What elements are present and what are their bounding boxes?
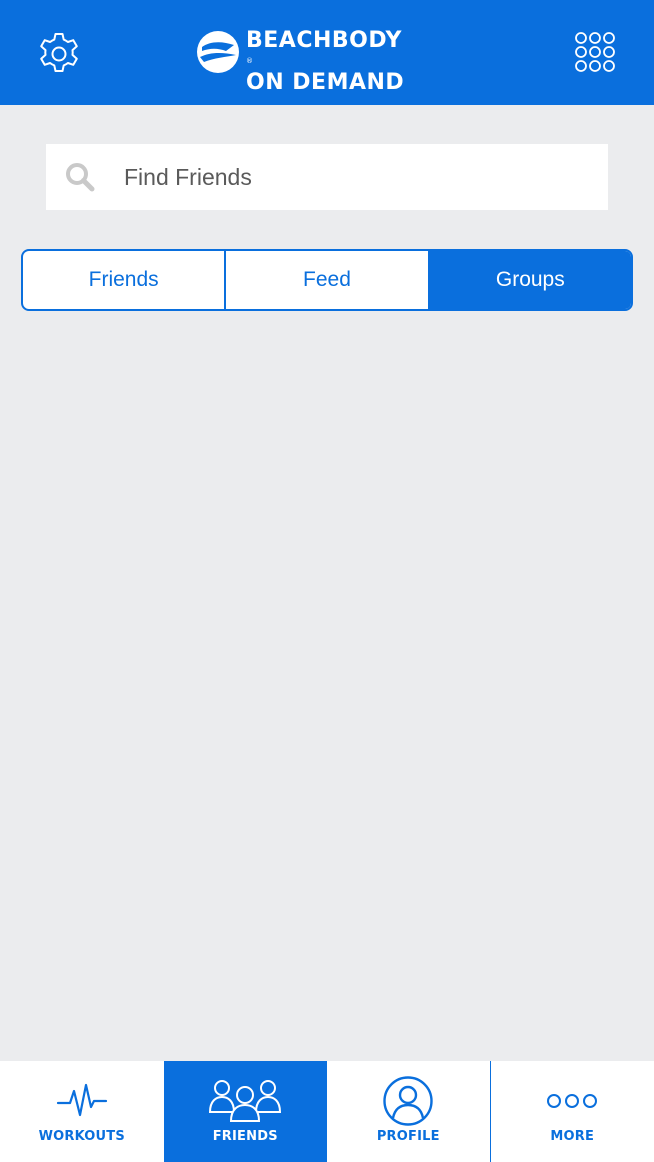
tab-feed[interactable]: Feed — [226, 251, 430, 309]
bottom-navigation: WORKOUTS FRIENDS PROFILE MORE — [0, 1061, 654, 1162]
beachbody-logo: BEACHBODY ® ON DEMAND — [196, 28, 458, 94]
search-icon — [66, 163, 95, 192]
nav-workouts[interactable]: WORKOUTS — [0, 1061, 164, 1162]
logo-wordmark: BEACHBODY ® ON DEMAND — [246, 28, 405, 95]
person-icon — [383, 1076, 433, 1126]
logo-mark-icon — [197, 31, 239, 73]
nav-friends[interactable]: FRIENDS — [163, 1061, 327, 1162]
tab-friends[interactable]: Friends — [23, 251, 227, 309]
nav-more[interactable]: MORE — [491, 1061, 654, 1162]
nav-profile[interactable]: PROFILE — [327, 1061, 491, 1162]
apps-grid-button[interactable] — [572, 30, 618, 76]
gear-icon — [40, 33, 78, 72]
pulse-icon — [56, 1083, 107, 1117]
app-grid-icon — [575, 32, 615, 72]
friends-segmented-control: Friends Feed Groups — [21, 249, 633, 311]
find-friends-input[interactable] — [124, 144, 594, 210]
nav-workouts-label: WORKOUTS — [38, 1129, 125, 1144]
people-icon — [209, 1080, 282, 1122]
logo-registered: ® — [246, 57, 254, 65]
nav-profile-label: PROFILE — [376, 1129, 440, 1144]
logo-line1: BEACHBODY — [246, 28, 402, 53]
tab-groups[interactable]: Groups — [429, 251, 631, 309]
top-app-bar: BEACHBODY ® ON DEMAND — [0, 0, 654, 105]
settings-button[interactable] — [36, 31, 82, 77]
more-dots-icon — [547, 1094, 598, 1108]
nav-friends-label: FRIENDS — [212, 1129, 278, 1144]
nav-more-label: MORE — [550, 1129, 595, 1144]
find-friends-search-bar — [46, 144, 608, 210]
logo-line2: ON DEMAND — [246, 70, 405, 95]
